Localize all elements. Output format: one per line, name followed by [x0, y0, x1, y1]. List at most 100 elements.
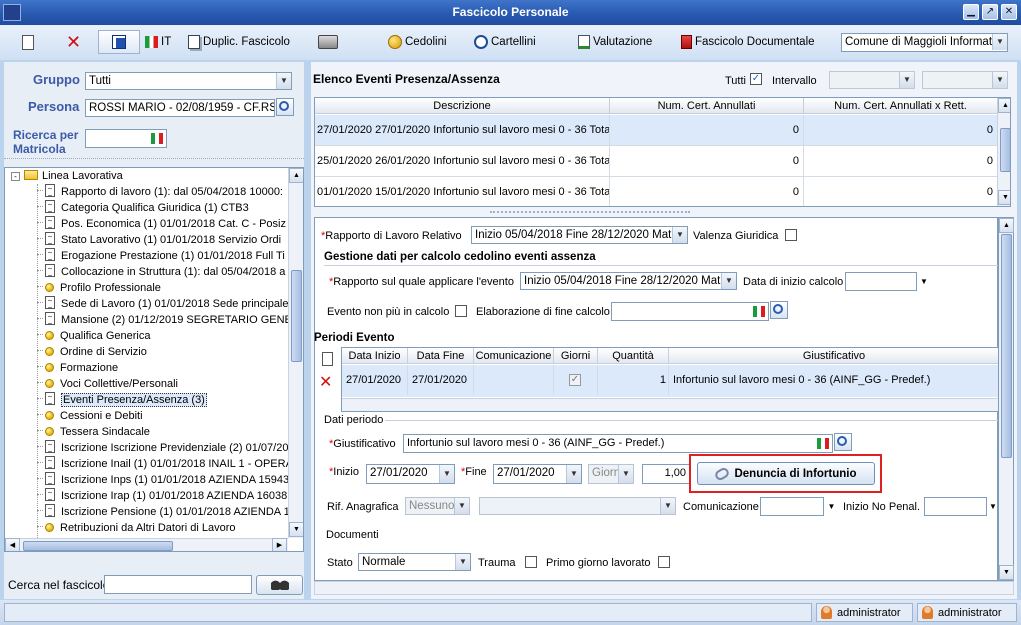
- col-data-fine[interactable]: Data Fine: [408, 348, 474, 364]
- scroll-down-icon[interactable]: ▼: [998, 190, 1010, 205]
- eventi-row[interactable]: 01/01/2020 15/01/2020 Infortunio sul lav…: [315, 177, 998, 206]
- delete-button[interactable]: ✕: [66, 30, 81, 54]
- splitter[interactable]: [490, 211, 690, 214]
- eventi-row[interactable]: 25/01/2020 26/01/2020 Infortunio sul lav…: [315, 146, 998, 177]
- tree-item[interactable]: Eventi Presenza/Assenza (3): [37, 392, 207, 408]
- scroll-up-icon[interactable]: ▲: [289, 168, 303, 183]
- elab-fine-input[interactable]: [611, 302, 769, 321]
- tree-item[interactable]: Ordine di Servizio: [37, 344, 147, 360]
- detail-scrollbar[interactable]: ▲ ▼: [998, 217, 1014, 581]
- fine-date-input[interactable]: 27/01/2020 ▼: [493, 464, 582, 484]
- tree-expand-icon[interactable]: -: [11, 172, 20, 181]
- tree-item[interactable]: Categoria Qualifica Giuridica (1) CTB3: [37, 200, 249, 216]
- tree-item[interactable]: Cessioni e Debiti: [37, 408, 143, 424]
- scroll-down-icon[interactable]: ▼: [289, 522, 303, 537]
- persona-field[interactable]: ROSSI MARIO - 02/08/1959 - CF.RSSM: [85, 99, 275, 117]
- scroll-thumb[interactable]: [1001, 234, 1012, 458]
- eventi-scrollbar[interactable]: ▲ ▼: [997, 98, 1010, 206]
- scroll-thumb[interactable]: [23, 541, 173, 551]
- persona-search-button[interactable]: [276, 98, 294, 116]
- print-button[interactable]: [318, 30, 338, 54]
- tree-item[interactable]: Pos. Economica (1) 01/01/2018 Cat. C - P…: [37, 216, 286, 232]
- cedolini-button[interactable]: Cedolini: [388, 30, 447, 54]
- giustificativo-input[interactable]: Infortunio sul lavoro mesi 0 - 36 (AINF_…: [403, 434, 833, 453]
- giustificativo-search-button[interactable]: [834, 433, 852, 451]
- elab-fine-search-button[interactable]: [770, 301, 788, 319]
- col-giorni[interactable]: Giorni: [554, 348, 598, 364]
- intervallo-to-select[interactable]: ▼: [922, 71, 1008, 89]
- close-icon[interactable]: ✕: [1001, 4, 1017, 20]
- cerca-input[interactable]: [104, 575, 252, 594]
- tree-item[interactable]: Mansione (2) 01/12/2019 SEGRETARIO GENE: [37, 312, 292, 328]
- col-comunicazione[interactable]: Comunicazione: [474, 348, 554, 364]
- matricola-input[interactable]: [85, 129, 167, 148]
- tree-item[interactable]: Iscrizione Inail (1) 01/01/2018 INAIL 1 …: [37, 456, 293, 472]
- denuncia-infortunio-button[interactable]: Denuncia di Infortunio: [697, 462, 875, 485]
- scroll-up-icon[interactable]: ▲: [998, 98, 1010, 113]
- tree-item[interactable]: Rapporto di lavoro (1): dal 05/04/2018 1…: [37, 184, 283, 200]
- tree-item[interactable]: Tessera Sindacale: [37, 424, 150, 440]
- tree-item[interactable]: Retribuzioni da Altri Datori di Lavoro: [37, 520, 235, 536]
- language-button[interactable]: IT: [145, 30, 171, 54]
- minimize-icon[interactable]: ▁: [963, 4, 979, 20]
- new-button[interactable]: [22, 30, 34, 54]
- delete-periodo-icon[interactable]: ✕: [319, 372, 332, 392]
- valenza-checkbox[interactable]: [785, 229, 797, 241]
- eventi-row[interactable]: 27/01/2020 27/01/2020 Infortunio sul lav…: [315, 115, 998, 146]
- tree-item[interactable]: Iscrizione Pensione (1) 01/01/2018 AZIEN…: [37, 504, 290, 520]
- unita-select[interactable]: Giorni ▼: [588, 464, 634, 484]
- rif-anagrafica-detail-select[interactable]: ▼: [479, 497, 676, 515]
- periodo-row[interactable]: 27/01/2020 27/01/2020 ✓ 1 Infortunio sul…: [342, 365, 998, 397]
- tree-item[interactable]: Iscrizione Inps (1) 01/01/2018 AZIENDA 1…: [37, 472, 289, 488]
- rapporto-app-select[interactable]: Inizio 05/04/2018 Fine 28/12/2020 Mat...…: [520, 272, 737, 290]
- tree-horizontal-scrollbar[interactable]: ◀ ▶: [5, 538, 288, 551]
- col-data-inizio[interactable]: Data Inizio: [342, 348, 408, 364]
- tutti-checkbox[interactable]: ✓: [750, 73, 762, 85]
- stato-select[interactable]: Normale ▼: [358, 553, 471, 571]
- ente-select[interactable]: Comune di Maggioli Informatica ▼: [841, 33, 1008, 52]
- chevron-down-icon[interactable]: ▼: [825, 497, 838, 516]
- scroll-left-icon[interactable]: ◀: [5, 538, 20, 551]
- inizio-no-penal-input[interactable]: [924, 497, 987, 516]
- col-quantita[interactable]: Quantità: [598, 348, 669, 364]
- restore-icon[interactable]: ↗: [982, 4, 998, 20]
- scroll-thumb[interactable]: [291, 270, 302, 362]
- new-periodo-icon[interactable]: [322, 352, 333, 366]
- inizio-date-input[interactable]: 27/01/2020 ▼: [366, 464, 455, 484]
- trauma-checkbox[interactable]: [525, 556, 537, 568]
- binoculars-button[interactable]: [256, 575, 303, 595]
- col-descrizione[interactable]: Descrizione: [315, 98, 610, 114]
- tree-item[interactable]: Iscrizione Irap (1) 01/01/2018 AZIENDA 1…: [37, 488, 287, 504]
- scroll-thumb[interactable]: [1000, 128, 1010, 172]
- duplicate-file-button[interactable]: Duplic. Fascicolo: [188, 30, 290, 54]
- data-inizio-calc-input[interactable]: [845, 272, 917, 291]
- cartellini-button[interactable]: Cartellini: [474, 30, 536, 54]
- intervallo-from-select[interactable]: ▼: [829, 71, 915, 89]
- tree-item[interactable]: Sede di Lavoro (1) 01/01/2018 Sede princ…: [37, 296, 289, 312]
- save-button[interactable]: [98, 30, 140, 54]
- col-annullati-rett[interactable]: Num. Cert. Annullati x Rett.: [804, 98, 998, 114]
- gruppo-select[interactable]: Tutti ▼: [85, 72, 292, 90]
- tree-item[interactable]: Stato Lavorativo (1) 01/01/2018 Servizio…: [37, 232, 281, 248]
- rif-anagrafica-select[interactable]: Nessuno ▼: [405, 497, 470, 515]
- tree-item[interactable]: Profilo Professionale: [37, 280, 161, 296]
- tree-item[interactable]: Erogazione Prestazione (1) 01/01/2018 Fu…: [37, 248, 285, 264]
- col-annullati[interactable]: Num. Cert. Annullati: [610, 98, 804, 114]
- periodi-hscrollbar[interactable]: [342, 398, 998, 411]
- tree-root[interactable]: - Linea Lavorativa: [11, 168, 123, 184]
- detail-hscrollbar[interactable]: [314, 581, 1014, 595]
- chevron-down-icon[interactable]: ▼: [917, 272, 931, 291]
- evento-non-checkbox[interactable]: [455, 305, 467, 317]
- scroll-up-icon[interactable]: ▲: [999, 218, 1014, 233]
- scroll-down-icon[interactable]: ▼: [999, 565, 1014, 580]
- splitter[interactable]: [4, 158, 304, 160]
- quantita-input[interactable]: 1,00: [642, 464, 690, 484]
- tree-item[interactable]: Voci Collettive/Personali: [37, 376, 178, 392]
- fascicolo-documentale-button[interactable]: Fascicolo Documentale: [681, 30, 815, 54]
- col-giustificativo[interactable]: Giustificativo: [669, 348, 998, 364]
- tree-item[interactable]: Collocazione in Struttura (1): dal 05/04…: [37, 264, 285, 280]
- rapporto-rel-select[interactable]: Inizio 05/04/2018 Fine 28/12/2020 Mat...…: [471, 226, 688, 244]
- valutazione-button[interactable]: Valutazione: [578, 30, 652, 54]
- tree-vertical-scrollbar[interactable]: ▲ ▼: [288, 168, 303, 538]
- tree-item[interactable]: Qualifica Generica: [37, 328, 151, 344]
